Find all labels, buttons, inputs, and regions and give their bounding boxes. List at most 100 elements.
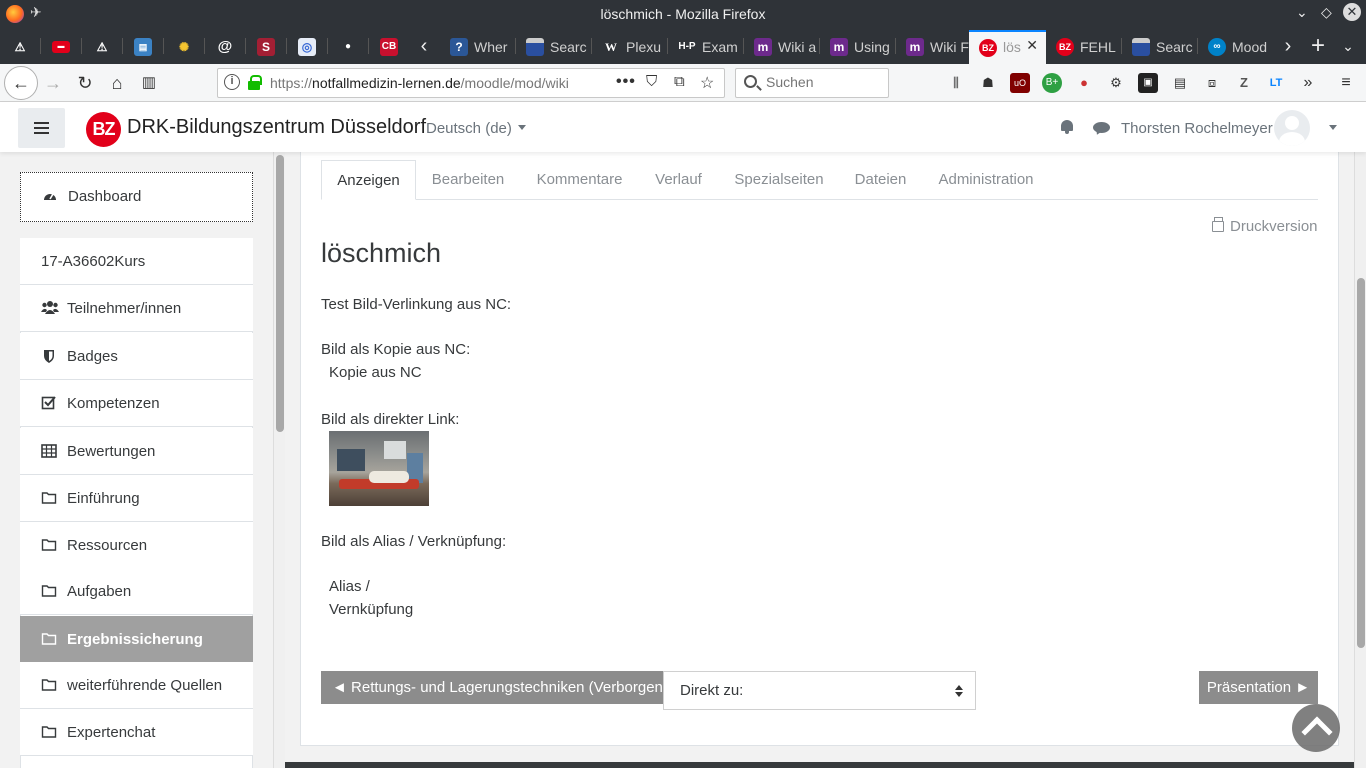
tab-edit[interactable]: Bearbeiten (418, 160, 518, 200)
site-logo[interactable]: BZ (86, 112, 121, 147)
drawer-item-section[interactable]: weiterführende Quellen (20, 662, 253, 709)
menu-icon[interactable]: ≡ (1336, 73, 1356, 93)
tab-comments[interactable]: Kommentare (521, 160, 638, 200)
tab[interactable]: m Using (820, 30, 895, 64)
site-name[interactable]: DRK-Bildungszentrum Düsseldorf (127, 116, 426, 139)
tab[interactable]: ⚠ (0, 30, 40, 64)
tab-scroll-right-icon[interactable]: › (1276, 30, 1300, 64)
drawer-item-section[interactable]: Ressourcen (20, 522, 253, 569)
tab[interactable]: ✺ (164, 30, 204, 64)
prev-activity-button[interactable]: ◄ Rettungs- und Lagerungstechniken (Verb… (321, 671, 668, 704)
drawer-item-badges[interactable]: Badges (20, 333, 253, 380)
forward-button[interactable]: → (38, 68, 68, 98)
tab[interactable]: H-P Exam (668, 30, 743, 64)
tab[interactable]: ▬ (41, 30, 81, 64)
code-icon[interactable]: ⧈ (1202, 73, 1222, 93)
page-scrollbar[interactable] (1354, 102, 1366, 768)
drawer-item-section[interactable]: Expertenchat (20, 709, 253, 756)
drawer-toggle-button[interactable] (18, 108, 65, 148)
tab-special-pages[interactable]: Spezialseiten (720, 160, 838, 200)
drawer-item-course[interactable]: 17-A36602Kurs (20, 238, 253, 285)
zotero-icon[interactable]: Z (1234, 73, 1254, 93)
tab[interactable]: ⚠ (82, 30, 122, 64)
tab[interactable]: m Wiki F (896, 30, 969, 64)
print-version-link[interactable]: Druckversion (1212, 217, 1318, 235)
user-name[interactable]: Thorsten Rochelmeyer (1121, 120, 1273, 137)
tab-active[interactable]: BZ lös ✕ (969, 30, 1046, 64)
library-icon[interactable]: ⫼ (946, 73, 966, 93)
drawer-item-section-active[interactable]: Ergebnissicherung (20, 616, 253, 663)
next-activity-button[interactable]: Präsentation ► (1199, 671, 1318, 704)
user-menu-caret-icon[interactable] (1329, 125, 1337, 130)
tab-files[interactable]: Dateien (842, 160, 919, 200)
tab[interactable]: ◎ (287, 30, 327, 64)
page-scrollbar-thumb[interactable] (1357, 278, 1365, 648)
close-tab-icon[interactable]: ✕ (1026, 37, 1038, 54)
maximize-icon[interactable]: ◇ (1321, 4, 1332, 21)
users-icon (41, 300, 59, 316)
tab[interactable]: @ (205, 30, 245, 64)
bell-icon[interactable] (1059, 119, 1075, 135)
main-card (300, 152, 1339, 746)
drawer-scrollbar[interactable] (273, 152, 285, 768)
tab[interactable]: Searc (516, 30, 591, 64)
notes-icon[interactable]: ▤ (1170, 73, 1190, 93)
gear-icon[interactable]: ⚙ (1106, 73, 1126, 93)
linked-image[interactable] (329, 431, 429, 506)
drawer-item-section[interactable]: Einführung (20, 475, 253, 522)
wiki-tabs: Anzeigen Bearbeiten Kommentare Verlauf S… (321, 160, 1318, 200)
drawer-item-section[interactable]: Aufgaben (20, 568, 253, 615)
home-button[interactable]: ⌂ (102, 68, 132, 98)
bookmark-star-icon[interactable]: ☆ (700, 73, 714, 93)
tab[interactable]: Searc (1122, 30, 1197, 64)
ublock-icon[interactable]: uO (1010, 73, 1030, 93)
languagetool-icon[interactable]: LT (1266, 73, 1286, 93)
pocket-icon[interactable]: ⛉ (646, 73, 657, 90)
tab[interactable]: ? Wher (440, 30, 515, 64)
tab[interactable]: m Wiki a (744, 30, 819, 64)
back-to-top-button[interactable] (1292, 704, 1340, 752)
drawer-item-grades[interactable]: Bewertungen (20, 428, 253, 475)
drawer-item-dashboard[interactable]: Dashboard (20, 172, 253, 222)
drawer-item-competencies[interactable]: Kompetenzen (20, 380, 253, 427)
overflow-icon[interactable]: » (1298, 73, 1318, 93)
jump-to-select[interactable]: Direkt zu: (663, 671, 976, 710)
tab[interactable]: ▤ (123, 30, 163, 64)
avatar[interactable] (1274, 110, 1310, 146)
tab-scroll-left-icon[interactable]: ‹ (412, 30, 436, 64)
tab[interactable]: CB (369, 30, 409, 64)
lock-icon[interactable] (248, 75, 262, 90)
tab[interactable]: ● (328, 30, 368, 64)
page-actions-icon[interactable]: ••• (616, 73, 636, 91)
tab-administration[interactable]: Administration (924, 160, 1048, 200)
tab-view[interactable]: Anzeigen (321, 160, 416, 200)
bplus-icon[interactable]: B+ (1042, 73, 1062, 93)
url-bar[interactable]: i https://notfallmedizin-lernen.de/moodl… (217, 68, 725, 98)
tab[interactable]: BZ FEHL (1046, 30, 1121, 64)
content-text: Bild als Alias / Verknüpfung: (321, 533, 507, 550)
info-icon[interactable]: i (224, 74, 240, 90)
screenshot-icon[interactable]: ▣ (1138, 73, 1158, 93)
tab[interactable]: S (246, 30, 286, 64)
search-input[interactable] (766, 74, 884, 90)
reader-view-icon[interactable]: ⧉ (674, 73, 685, 90)
drawer-item-participants[interactable]: Teilnehmer/innen (20, 285, 253, 332)
language-menu[interactable]: Deutsch (de) (426, 120, 526, 137)
tab[interactable]: W Plexu (592, 30, 667, 64)
search-bar[interactable] (735, 68, 889, 98)
minimize-icon[interactable]: ⌄ (1296, 4, 1308, 21)
url-text[interactable]: https://notfallmedizin-lernen.de/moodle/… (270, 75, 600, 91)
close-window-icon[interactable]: ✕ (1343, 3, 1361, 21)
sidebar-toggle-icon[interactable]: ▥ (134, 68, 164, 98)
back-button[interactable]: ← (4, 66, 38, 100)
tab-list-icon[interactable]: ⌄ (1336, 30, 1360, 64)
tab-history[interactable]: Verlauf (642, 160, 715, 200)
colors-icon[interactable]: ● (1074, 73, 1094, 93)
tab[interactable]: ∞ Mood (1198, 30, 1273, 64)
chat-icon[interactable] (1093, 122, 1110, 133)
checkbox-icon (41, 395, 57, 411)
drawer-scrollbar-thumb[interactable] (276, 155, 284, 432)
spy-icon[interactable]: ☗ (978, 73, 998, 93)
new-tab-icon[interactable]: + (1304, 30, 1332, 64)
reload-button[interactable]: ↻ (70, 68, 100, 98)
